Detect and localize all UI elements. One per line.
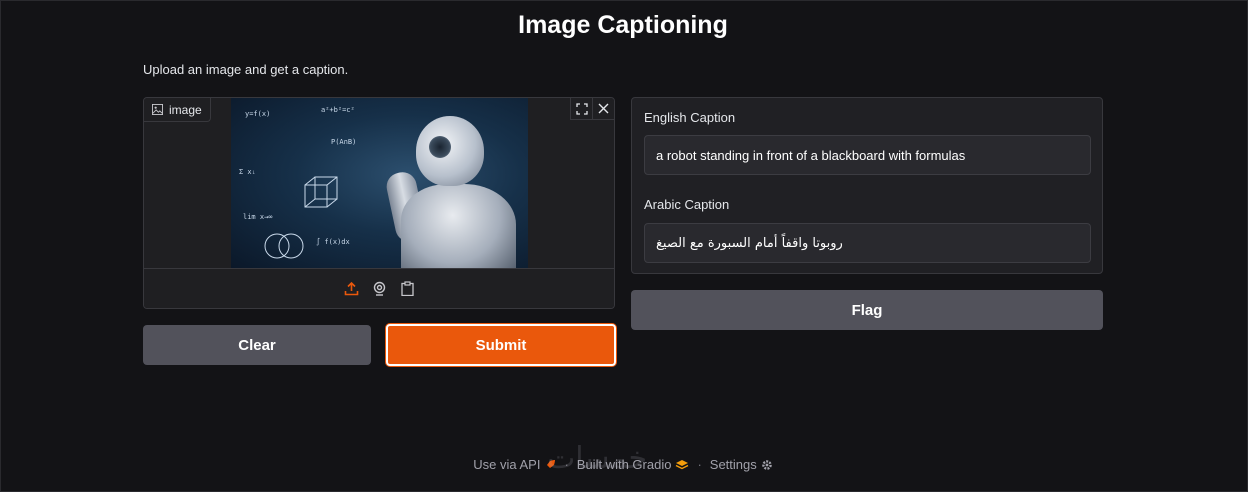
fullscreen-icon — [575, 102, 588, 115]
gear-icon — [761, 459, 772, 470]
image-input-label: image — [144, 98, 211, 122]
upload-button[interactable] — [343, 281, 359, 297]
flag-button[interactable]: Flag — [631, 290, 1103, 330]
image-label-text: image — [169, 102, 202, 117]
upload-icon — [344, 281, 358, 296]
page-title: Image Captioning — [518, 11, 728, 39]
built-with-gradio-text: Built with Gradio — [576, 457, 672, 472]
image-corner-controls — [570, 98, 614, 120]
app-window: Image Captioning Upload an image and get… — [0, 0, 1248, 492]
image-preview: y=f(x) a²+b²=c² P(A∩B) Σ xᵢ lim x→∞ ∫ f(… — [231, 98, 528, 268]
image-icon — [152, 104, 163, 115]
clipboard-button[interactable] — [399, 281, 415, 297]
use-via-api-text: Use via API — [473, 457, 541, 472]
clipboard-icon — [400, 281, 414, 296]
fullscreen-button[interactable] — [570, 98, 592, 120]
english-caption-field[interactable]: a robot standing in front of a blackboar… — [644, 135, 1091, 175]
formula-decoration: P(A∩B) — [331, 138, 357, 146]
arabic-caption-field[interactable]: روبوتا واقفاً أمام السبورة مع الصيغ — [644, 223, 1091, 263]
formula-decoration: ∫ f(x)dx — [316, 238, 350, 246]
formula-decoration: y=f(x) — [245, 110, 271, 118]
caption-output-panel: English Caption a robot standing in fron… — [631, 97, 1103, 274]
webcam-icon — [373, 281, 385, 296]
close-button[interactable] — [592, 98, 614, 120]
arabic-caption-label: Arabic Caption — [644, 197, 730, 212]
formula-decoration: a²+b²=c² — [321, 106, 355, 114]
cube-drawing — [304, 176, 338, 208]
use-via-api-link[interactable]: Use via API — [473, 457, 556, 472]
built-with-gradio-link[interactable]: Built with Gradio — [577, 457, 690, 472]
robot-body — [401, 184, 516, 268]
submit-button[interactable]: Submit — [386, 324, 616, 366]
rocket-icon — [546, 459, 556, 469]
clear-button[interactable]: Clear — [143, 325, 371, 365]
footer-separator: · — [564, 457, 569, 472]
image-input-panel[interactable]: image y=f(x) a²+b²=c² P(A∩B) Σ xᵢ lim x→… — [143, 97, 615, 309]
english-caption-value: a robot standing in front of a blackboar… — [656, 147, 966, 163]
venn-drawing — [264, 233, 304, 259]
gradio-logo-icon — [676, 459, 689, 469]
image-source-toolbar — [144, 268, 614, 308]
formula-decoration: Σ xᵢ — [239, 168, 256, 176]
footer-separator: · — [697, 457, 702, 472]
webcam-button[interactable] — [371, 281, 387, 297]
page-description: Upload an image and get a caption. — [143, 62, 349, 77]
close-icon — [598, 103, 609, 114]
english-caption-label: English Caption — [644, 110, 736, 125]
footer: Use via API · Built with Gradio · Settin… — [1, 457, 1245, 472]
settings-text: Settings — [709, 457, 757, 472]
arabic-caption-value: روبوتا واقفاً أمام السبورة مع الصيغ — [656, 235, 843, 251]
settings-link[interactable]: Settings — [710, 457, 773, 472]
robot-eye — [429, 136, 451, 158]
formula-decoration: lim x→∞ — [243, 213, 273, 221]
